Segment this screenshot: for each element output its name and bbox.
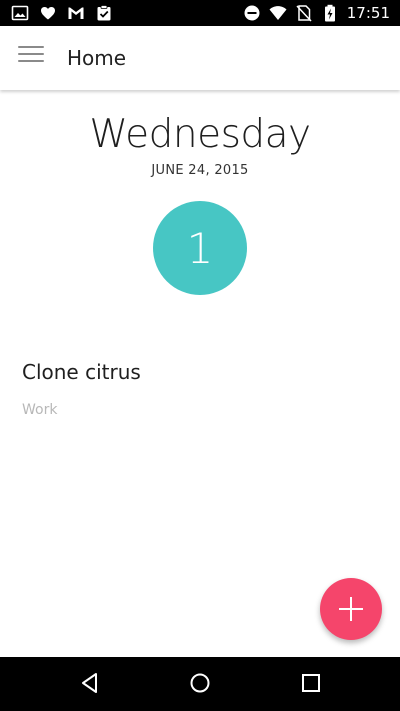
home-icon[interactable]: [188, 671, 212, 695]
task-count: 1: [186, 223, 214, 273]
system-icons: 17:51: [243, 4, 390, 22]
task-count-badge: 1: [153, 201, 247, 295]
app-bar: Home: [0, 26, 400, 90]
menu-icon[interactable]: [18, 46, 44, 70]
clipboard-check-icon: [97, 5, 111, 21]
status-bar: 17:51: [0, 0, 400, 26]
day-view: Wednesday JUNE 24, 2015 1 Clone citrus W…: [0, 90, 400, 657]
task-list-item[interactable]: Clone citrus Work: [0, 350, 400, 430]
day-name: Wednesday: [89, 112, 311, 157]
navigation-bar: [0, 657, 400, 711]
clock-time: 17:51: [346, 4, 390, 22]
do-not-disturb-icon: [244, 5, 260, 21]
image-icon: [11, 5, 29, 21]
plus-icon: [339, 597, 363, 621]
wifi-icon: [269, 6, 287, 20]
no-sim-icon: [296, 5, 312, 22]
add-task-button[interactable]: [320, 578, 382, 640]
task-tag: Work: [22, 402, 58, 418]
page-title: Home: [67, 46, 127, 70]
heart-icon: [41, 7, 55, 20]
gmail-icon: [68, 7, 84, 19]
notification-icons: [11, 4, 113, 22]
date-label: JUNE 24, 2015: [151, 163, 249, 178]
battery-charging-icon: [324, 4, 335, 22]
recents-icon[interactable]: [299, 671, 323, 695]
task-title: Clone citrus: [22, 360, 141, 384]
back-icon[interactable]: [78, 671, 102, 695]
